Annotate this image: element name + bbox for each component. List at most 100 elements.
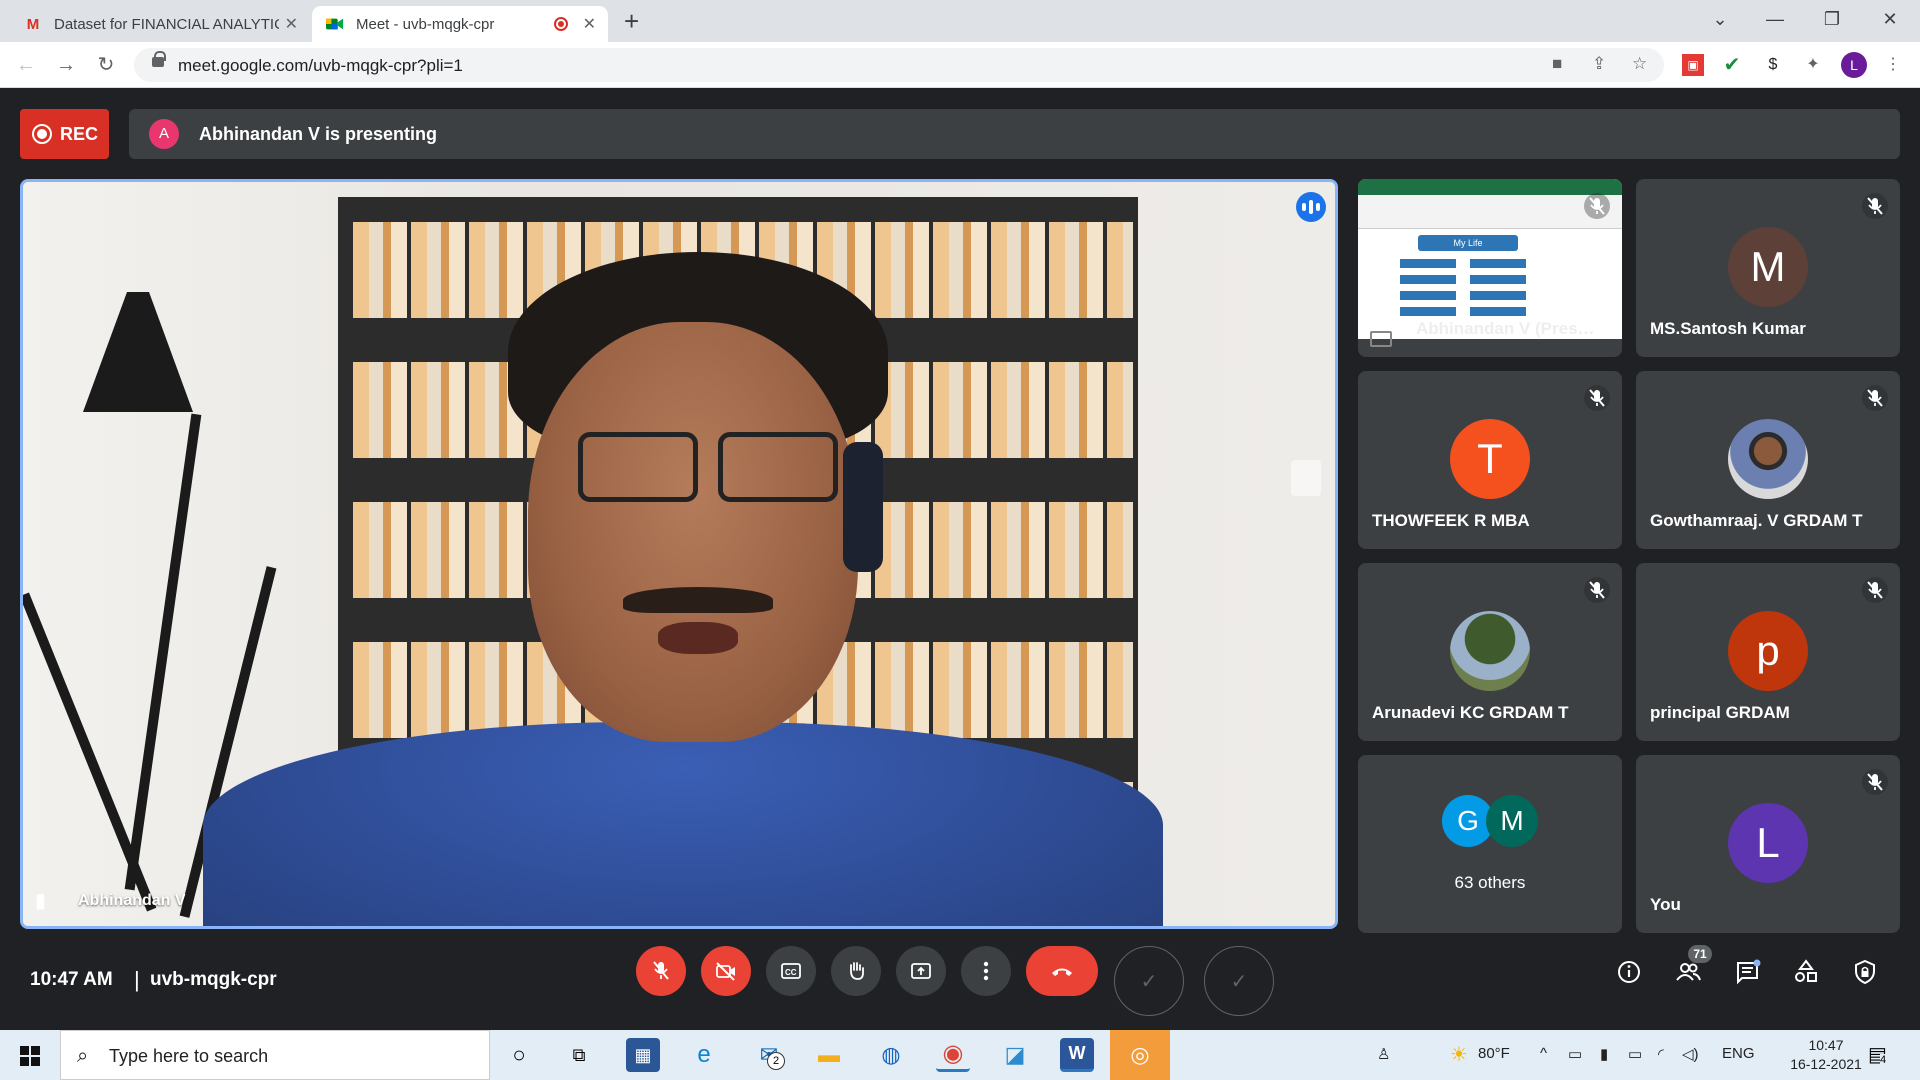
address-bar[interactable]: meet.google.com/uvb-mqgk-cpr?pli=1 ■ ⇪ ☆ <box>134 48 1664 82</box>
excel-shape <box>1470 307 1526 316</box>
meet-area: REC A Abhinandan V is presenting ▮ Abhin… <box>0 89 1920 1030</box>
participant-photo-avatar <box>1728 419 1808 499</box>
excel-toolbar <box>1358 195 1622 229</box>
camera-icon[interactable]: ■ <box>1552 54 1562 74</box>
minimize-button[interactable]: — <box>1755 4 1795 34</box>
tab-gmail[interactable]: M Dataset for FINANCIAL ANALYTIC ✕ <box>10 6 310 42</box>
meet-icon <box>326 17 344 31</box>
excel-ribbon <box>1358 179 1622 195</box>
cortana-icon[interactable]: ○ <box>502 1038 536 1072</box>
weather-temperature[interactable]: 80°F <box>1478 1045 1510 1062</box>
excel-shape <box>1470 275 1526 284</box>
activities-button[interactable] <box>1783 949 1829 995</box>
participant-tile[interactable]: M MS.Santosh Kumar <box>1636 179 1900 357</box>
language-indicator[interactable]: ENG <box>1722 1045 1755 1062</box>
close-icon[interactable]: ✕ <box>285 14 298 34</box>
taskbar-time: 10:47 <box>1808 1037 1844 1053</box>
chat-button[interactable] <box>1725 949 1771 995</box>
edge-icon[interactable]: e <box>687 1038 721 1072</box>
present-now-button[interactable] <box>896 946 946 996</box>
file-explorer-icon[interactable]: ▬ <box>812 1038 846 1072</box>
notification-center-icon[interactable]: ▤ 4 <box>1868 1042 1887 1067</box>
back-button[interactable]: ← <box>12 51 40 79</box>
excel-shape <box>1400 275 1456 284</box>
muted-mic-icon <box>1584 193 1610 219</box>
word-icon[interactable]: W <box>1060 1038 1094 1072</box>
battery-icon[interactable]: ▭ <box>1628 1045 1642 1063</box>
extension-dollar-icon[interactable]: $ <box>1762 54 1784 76</box>
recording-indicator-icon <box>554 17 568 31</box>
pin-icon[interactable]: ▮ <box>35 888 46 913</box>
host-controls-button[interactable] <box>1842 949 1888 995</box>
microsoft-store-icon[interactable]: ▦ <box>626 1038 660 1072</box>
window-close-button[interactable]: ✕ <box>1870 4 1910 34</box>
windows-start-icon[interactable] <box>20 1046 40 1066</box>
hand-icon <box>850 962 864 980</box>
extension-check-button[interactable]: ✓ <box>1114 946 1184 1016</box>
network-globe-icon[interactable]: ◍ <box>874 1038 908 1072</box>
participant-name: MS.Santosh Kumar <box>1650 319 1806 338</box>
active-app-icon[interactable]: ◎ <box>1110 1030 1170 1080</box>
shared-screen-thumbnail: My Life <box>1358 179 1622 339</box>
main-speaker-video[interactable]: ▮ Abhinandan V <box>20 179 1338 929</box>
extension-check-icon[interactable]: ✔ <box>1721 54 1743 76</box>
restore-button[interactable]: ❐ <box>1812 4 1852 34</box>
chrome-icon[interactable]: ◉ <box>936 1038 970 1072</box>
participant-tile[interactable]: p principal GRDAM <box>1636 563 1900 741</box>
glasses <box>718 432 838 502</box>
lock-icon[interactable] <box>152 51 166 67</box>
tab-search-icon[interactable]: ⌄ <box>1700 4 1740 34</box>
microphone-off-button[interactable] <box>636 946 686 996</box>
people-tray-icon[interactable]: ♙ <box>1377 1045 1390 1063</box>
meeting-details-button[interactable] <box>1606 949 1652 995</box>
others-tile[interactable]: G M 63 others <box>1358 755 1622 933</box>
share-icon[interactable]: ⇪ <box>1592 54 1606 74</box>
tab-title: Dataset for FINANCIAL ANALYTIC <box>54 15 279 33</box>
taskbar-search-input[interactable]: ⌕ Type here to search <box>60 1030 490 1080</box>
pin-handle-icon[interactable] <box>1291 460 1321 496</box>
chat-icon <box>1737 959 1761 985</box>
tab-meet[interactable]: Meet - uvb-mqgk-cpr ✕ <box>312 6 608 42</box>
app-icon[interactable]: ◪ <box>998 1038 1032 1072</box>
task-view-icon[interactable]: ⧉ <box>562 1038 596 1072</box>
profile-avatar[interactable]: L <box>1841 52 1867 78</box>
weather-icon[interactable]: ☀ <box>1450 1042 1468 1067</box>
extension-check-button[interactable]: ✓ <box>1204 946 1274 1016</box>
microphone-icon[interactable]: ▮ <box>1600 1045 1608 1063</box>
participant-name: Arunadevi KC GRDAM T <box>1372 703 1569 722</box>
close-icon[interactable]: ✕ <box>583 14 596 34</box>
bookmark-star-icon[interactable]: ☆ <box>1632 54 1647 74</box>
extension-red-icon[interactable]: ▣ <box>1682 54 1704 76</box>
raise-hand-button[interactable] <box>831 946 881 996</box>
captions-button[interactable]: CC <box>766 946 816 996</box>
participant-tile-presentation[interactable]: My Life Abhinandan V (Pres… <box>1358 179 1622 357</box>
present-icon <box>911 963 931 979</box>
mouth <box>658 622 738 654</box>
taskbar-clock[interactable]: 10:47 16-12-2021 <box>1790 1036 1862 1074</box>
wifi-icon[interactable]: ◜ <box>1658 1045 1664 1063</box>
new-tab-button[interactable]: + <box>624 6 639 36</box>
more-options-button[interactable] <box>961 946 1011 996</box>
extensions-puzzle-icon[interactable]: ✦ <box>1802 54 1824 76</box>
participant-tile[interactable]: T THOWFEEK R MBA <box>1358 371 1622 549</box>
participant-tile[interactable]: Gowthamraaj. V GRDAM T <box>1636 371 1900 549</box>
display-icon[interactable]: ▭ <box>1568 1045 1582 1063</box>
forward-button[interactable]: → <box>52 51 80 79</box>
reload-button[interactable]: ↻ <box>92 51 120 79</box>
gmail-icon: M <box>26 15 40 33</box>
speaker-icon[interactable]: ◁) <box>1682 1045 1699 1063</box>
self-tile[interactable]: L You <box>1636 755 1900 933</box>
screen-title: My Life <box>1418 235 1518 251</box>
participant-tile[interactable]: Arunadevi KC GRDAM T <box>1358 563 1622 741</box>
check-icon: ✓ <box>1140 970 1158 993</box>
camera-off-button[interactable] <box>701 946 751 996</box>
more-menu-icon[interactable]: ⋮ <box>1882 54 1904 76</box>
separator: | <box>134 967 140 992</box>
excel-shape <box>1400 259 1456 268</box>
meeting-code: uvb-mqgk-cpr <box>150 969 277 990</box>
others-count: 63 others <box>1454 873 1526 892</box>
chevron-up-icon[interactable]: ^ <box>1540 1045 1547 1062</box>
speaking-indicator-icon <box>1296 192 1326 222</box>
muted-mic-icon <box>1862 577 1888 603</box>
leave-call-button[interactable] <box>1026 946 1098 996</box>
